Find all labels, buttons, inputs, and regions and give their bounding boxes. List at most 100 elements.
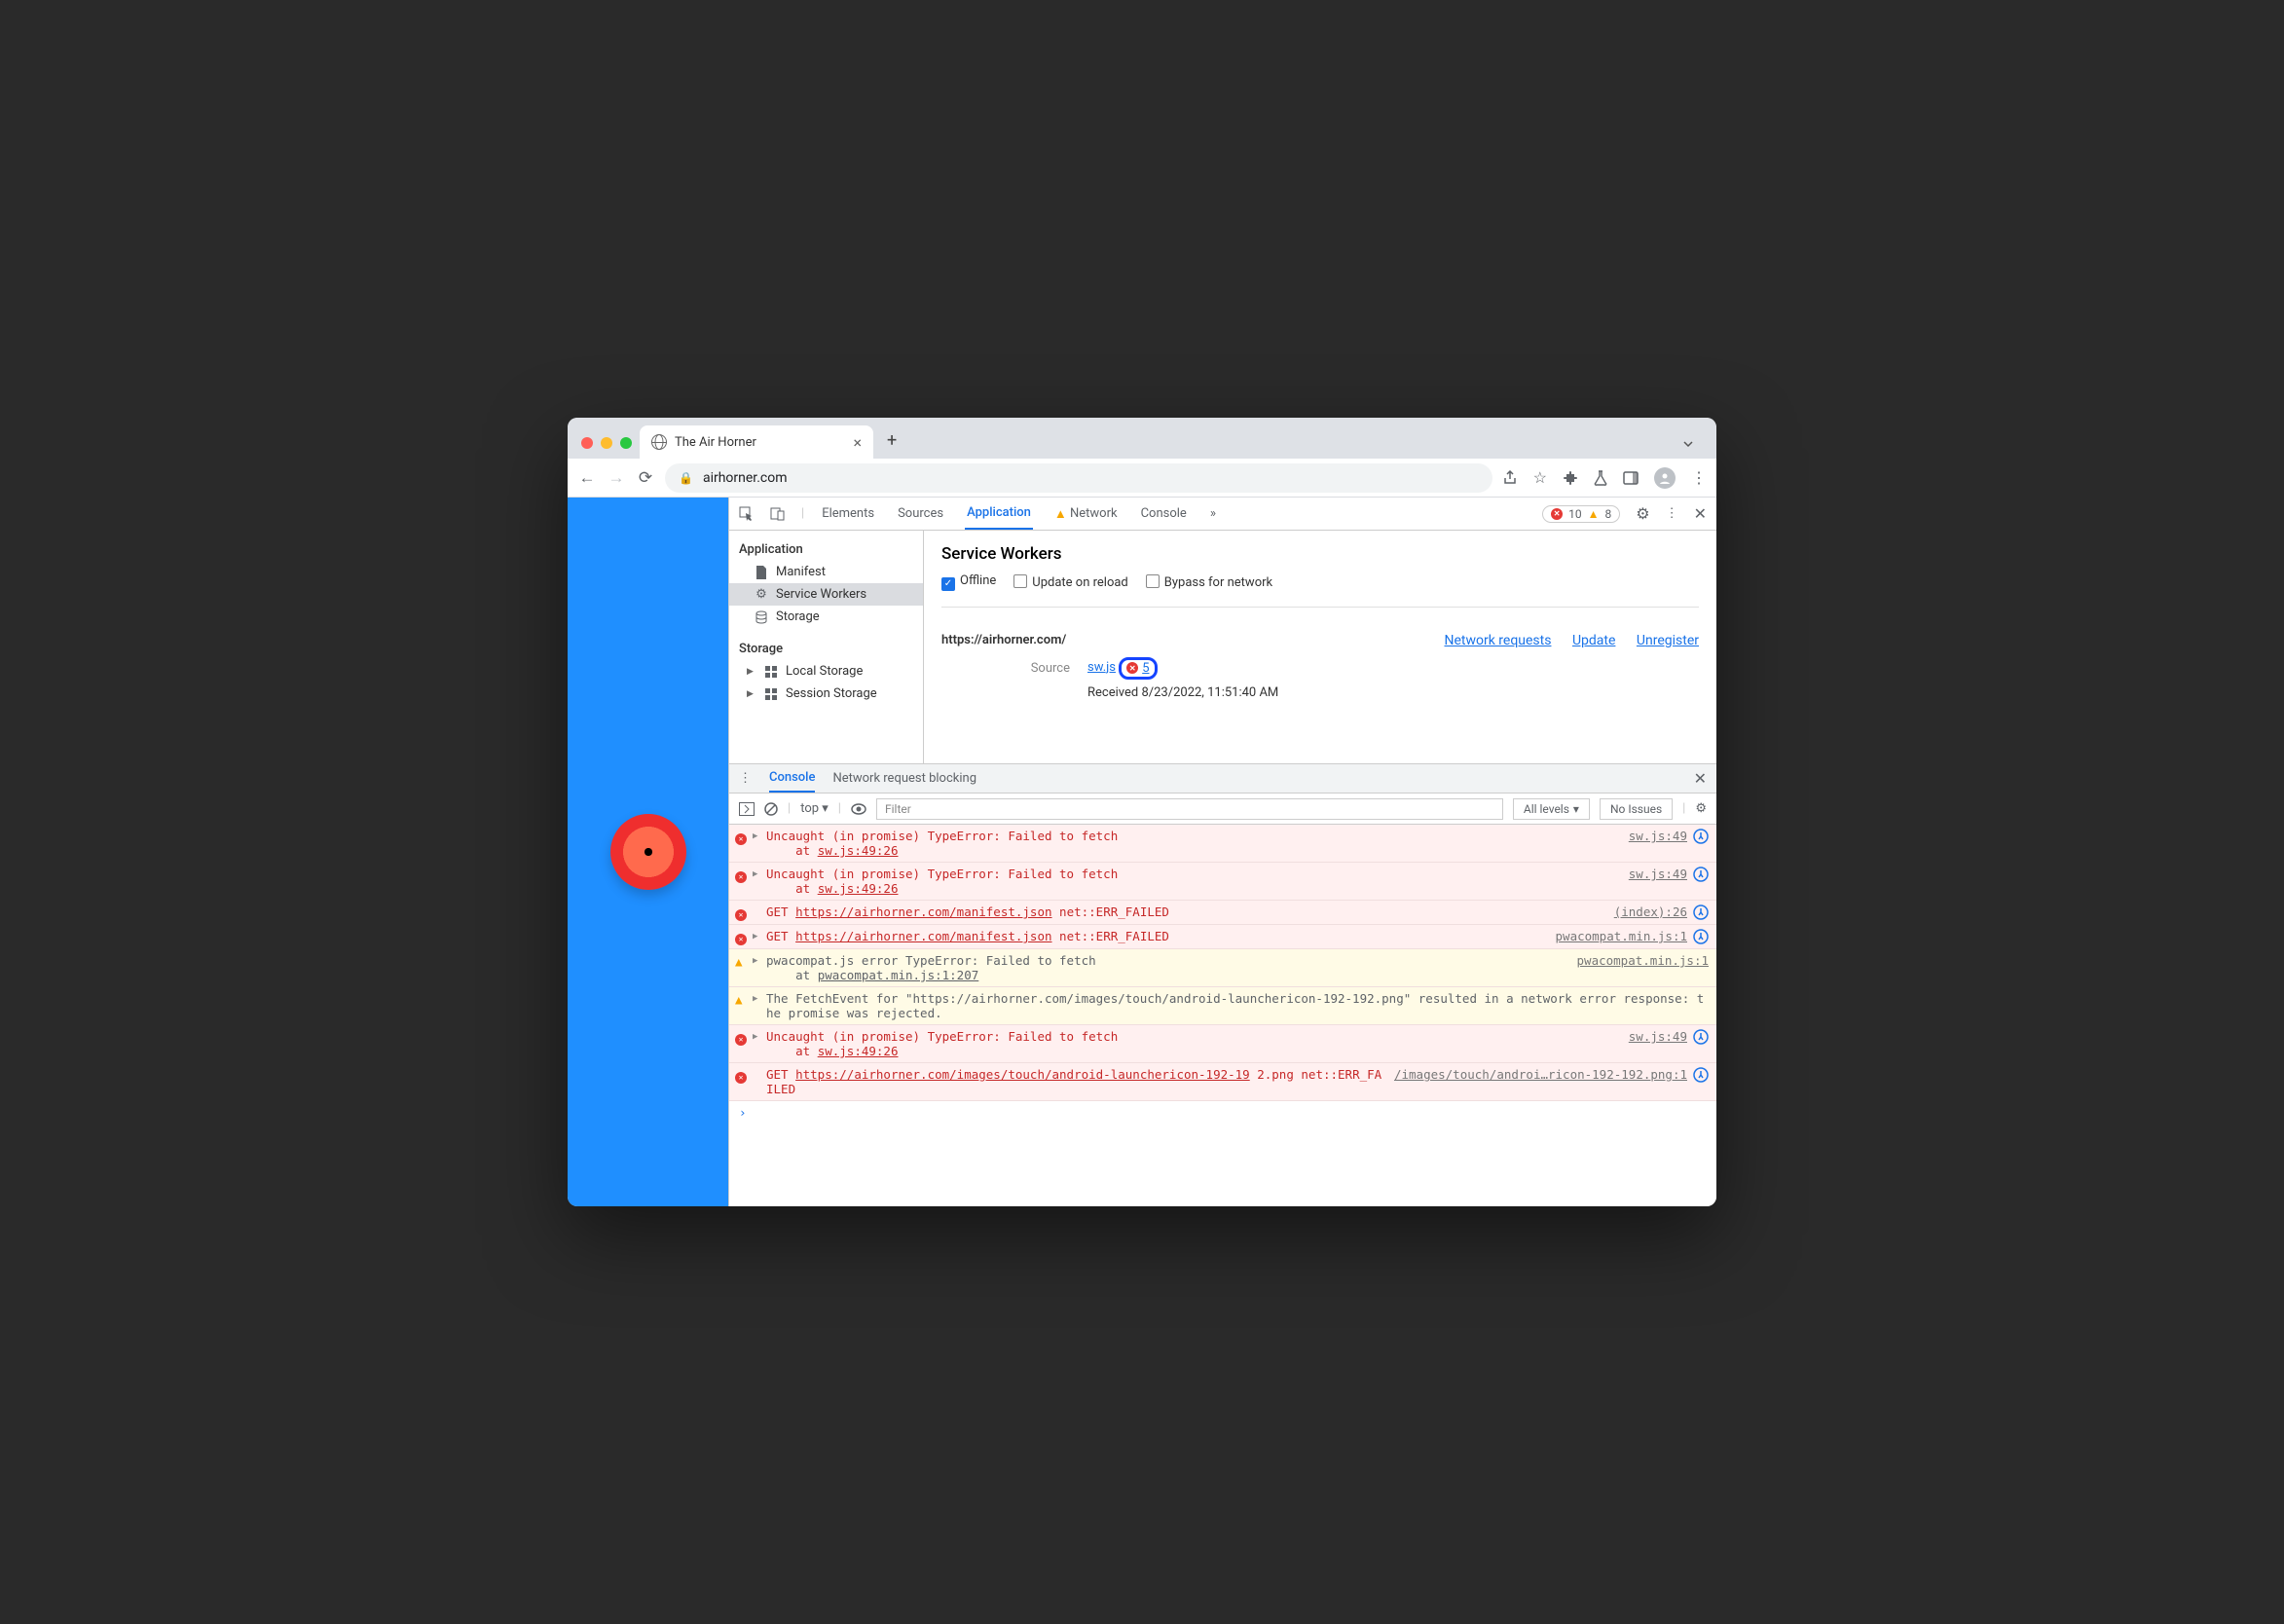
drawer-tab-network-blocking[interactable]: Network request blocking <box>832 764 976 793</box>
error-icon: ✕ <box>735 930 747 945</box>
sidepanel-icon[interactable] <box>1623 471 1639 485</box>
tab-network[interactable]: ▲ Network <box>1052 498 1120 530</box>
lock-icon[interactable]: 🔒 <box>679 471 693 485</box>
error-warning-badge[interactable]: ✕10 ▲8 <box>1542 505 1620 523</box>
replay-xhr-icon[interactable] <box>1693 904 1709 920</box>
live-expression-icon[interactable] <box>851 803 866 815</box>
drawer-close-icon[interactable]: ✕ <box>1694 769 1707 788</box>
close-tab-icon[interactable]: × <box>853 433 862 452</box>
replay-xhr-icon[interactable] <box>1693 829 1709 858</box>
url-link[interactable]: https://airhorner.com/manifest.json <box>795 904 1051 919</box>
inspect-icon[interactable] <box>739 506 755 522</box>
source-link[interactable]: sw.js:49:26 <box>818 881 899 896</box>
expand-icon[interactable]: ▶ <box>753 994 757 1004</box>
unregister-link[interactable]: Unregister <box>1637 633 1699 648</box>
settings-icon[interactable]: ⚙ <box>1636 504 1649 523</box>
replay-xhr-icon[interactable] <box>1693 1029 1709 1058</box>
console-row[interactable]: ✕▶Uncaught (in promise) TypeError: Faile… <box>729 863 1716 901</box>
offline-checkbox[interactable]: ✓Offline <box>941 573 996 591</box>
bypass-network-checkbox[interactable]: Bypass for network <box>1146 574 1272 590</box>
maximize-window-icon[interactable] <box>620 437 632 449</box>
sw-source-link[interactable]: sw.js <box>1087 660 1116 675</box>
close-window-icon[interactable] <box>581 437 593 449</box>
expand-icon[interactable]: ▶ <box>753 1032 757 1042</box>
console-prompt[interactable]: › <box>729 1101 1716 1124</box>
console-row[interactable]: ✕▶Uncaught (in promise) TypeError: Faile… <box>729 1025 1716 1063</box>
update-on-reload-checkbox[interactable]: Update on reload <box>1013 574 1127 590</box>
address-bar[interactable]: 🔒 airhorner.com <box>665 463 1492 493</box>
clear-console-icon[interactable] <box>764 802 778 816</box>
new-tab-button[interactable]: + <box>873 430 906 459</box>
console-sidebar-toggle-icon[interactable] <box>739 802 755 816</box>
reload-button[interactable]: ⟳ <box>636 468 655 488</box>
sidebar-item-session-storage[interactable]: ▶ Session Storage <box>729 683 923 705</box>
console-row[interactable]: ✕GET https://airhorner.com/manifest.json… <box>729 901 1716 925</box>
device-toggle-icon[interactable] <box>770 506 786 522</box>
source-location-link[interactable]: pwacompat.min.js:1 <box>1546 929 1687 944</box>
url-link[interactable]: https://airhorner.com/manifest.json <box>795 929 1051 943</box>
error-icon: ✕ <box>1551 508 1563 520</box>
browser-tab[interactable]: The Air Horner × <box>640 425 873 459</box>
source-location-link[interactable]: sw.js:49 <box>1619 867 1687 896</box>
tab-title: The Air Horner <box>675 435 756 450</box>
console-filter-input[interactable]: Filter <box>876 798 1503 820</box>
tab-elements[interactable]: Elements <box>820 498 876 530</box>
source-location-link[interactable]: sw.js:49 <box>1619 829 1687 858</box>
source-location-link[interactable]: (index):26 <box>1604 904 1687 920</box>
tab-console[interactable]: Console <box>1139 498 1189 530</box>
share-icon[interactable] <box>1502 470 1518 486</box>
issues-button[interactable]: No Issues <box>1600 798 1673 820</box>
toolbar-right: ☆ ⋮ <box>1502 467 1707 489</box>
devtools-menu-icon[interactable]: ⋮ <box>1666 506 1678 521</box>
tab-application[interactable]: Application <box>965 498 1033 530</box>
replay-xhr-icon[interactable] <box>1693 1067 1709 1096</box>
source-location-link[interactable]: pwacompat.min.js:1 <box>1567 953 1709 982</box>
expand-icon[interactable]: ▶ <box>753 956 757 966</box>
sidebar-item-service-workers[interactable]: ⚙ Service Workers <box>729 583 923 606</box>
network-requests-link[interactable]: Network requests <box>1444 633 1551 648</box>
log-levels-selector[interactable]: All levels ▾ <box>1513 798 1590 820</box>
drawer-tab-console[interactable]: Console <box>769 764 815 793</box>
expand-icon[interactable]: ▶ <box>747 667 756 677</box>
drawer-menu-icon[interactable]: ⋮ <box>739 771 752 786</box>
devtools-close-icon[interactable]: ✕ <box>1694 504 1707 523</box>
source-location-link[interactable]: /images/touch/androi…ricon-192-192.png:1 <box>1384 1067 1687 1096</box>
update-link[interactable]: Update <box>1572 633 1615 648</box>
menu-icon[interactable]: ⋮ <box>1691 468 1707 487</box>
expand-icon[interactable]: ▶ <box>753 932 757 941</box>
url-link[interactable]: https://airhorner.com/images/touch/andro… <box>795 1067 1250 1082</box>
context-selector[interactable]: top ▾ <box>800 801 829 816</box>
extensions-icon[interactable] <box>1563 470 1578 486</box>
replay-xhr-icon[interactable] <box>1693 929 1709 944</box>
back-button[interactable]: ← <box>577 468 597 488</box>
console-row[interactable]: ✕▶Uncaught (in promise) TypeError: Faile… <box>729 825 1716 863</box>
bookmark-icon[interactable]: ☆ <box>1533 468 1547 487</box>
toolbar: ← → ⟳ 🔒 airhorner.com ☆ ⋮ <box>568 459 1716 498</box>
expand-icon[interactable]: ▶ <box>753 831 757 841</box>
profile-avatar[interactable] <box>1654 467 1676 489</box>
sidebar-item-storage[interactable]: Storage <box>729 606 923 628</box>
tab-overflow-icon[interactable] <box>1677 437 1707 459</box>
minimize-window-icon[interactable] <box>601 437 612 449</box>
grid-icon <box>764 687 778 701</box>
replay-xhr-icon[interactable] <box>1693 867 1709 896</box>
log-message: pwacompat.js error TypeError: Failed to … <box>756 953 1567 982</box>
source-link[interactable]: sw.js:49:26 <box>818 1044 899 1058</box>
console-settings-icon[interactable]: ⚙ <box>1695 801 1707 816</box>
sidebar-item-local-storage[interactable]: ▶ Local Storage <box>729 660 923 683</box>
console-row[interactable]: ▲▶The FetchEvent for "https://airhorner.… <box>729 987 1716 1025</box>
expand-icon[interactable]: ▶ <box>747 689 756 699</box>
source-link[interactable]: pwacompat.min.js:1:207 <box>818 968 979 982</box>
airhorn-button[interactable] <box>610 814 686 890</box>
sw-error-count-link[interactable]: 5 <box>1142 661 1149 676</box>
labs-icon[interactable] <box>1594 470 1607 486</box>
source-location-link[interactable]: sw.js:49 <box>1619 1029 1687 1058</box>
console-row[interactable]: ▲▶pwacompat.js error TypeError: Failed t… <box>729 949 1716 987</box>
tab-overflow[interactable]: » <box>1208 498 1218 530</box>
sidebar-item-manifest[interactable]: Manifest <box>729 561 923 583</box>
tab-sources[interactable]: Sources <box>896 498 945 530</box>
expand-icon[interactable]: ▶ <box>753 869 757 879</box>
source-link[interactable]: sw.js:49:26 <box>818 843 899 858</box>
console-row[interactable]: ✕▶GET https://airhorner.com/manifest.jso… <box>729 925 1716 949</box>
console-row[interactable]: ✕GET https://airhorner.com/images/touch/… <box>729 1063 1716 1101</box>
